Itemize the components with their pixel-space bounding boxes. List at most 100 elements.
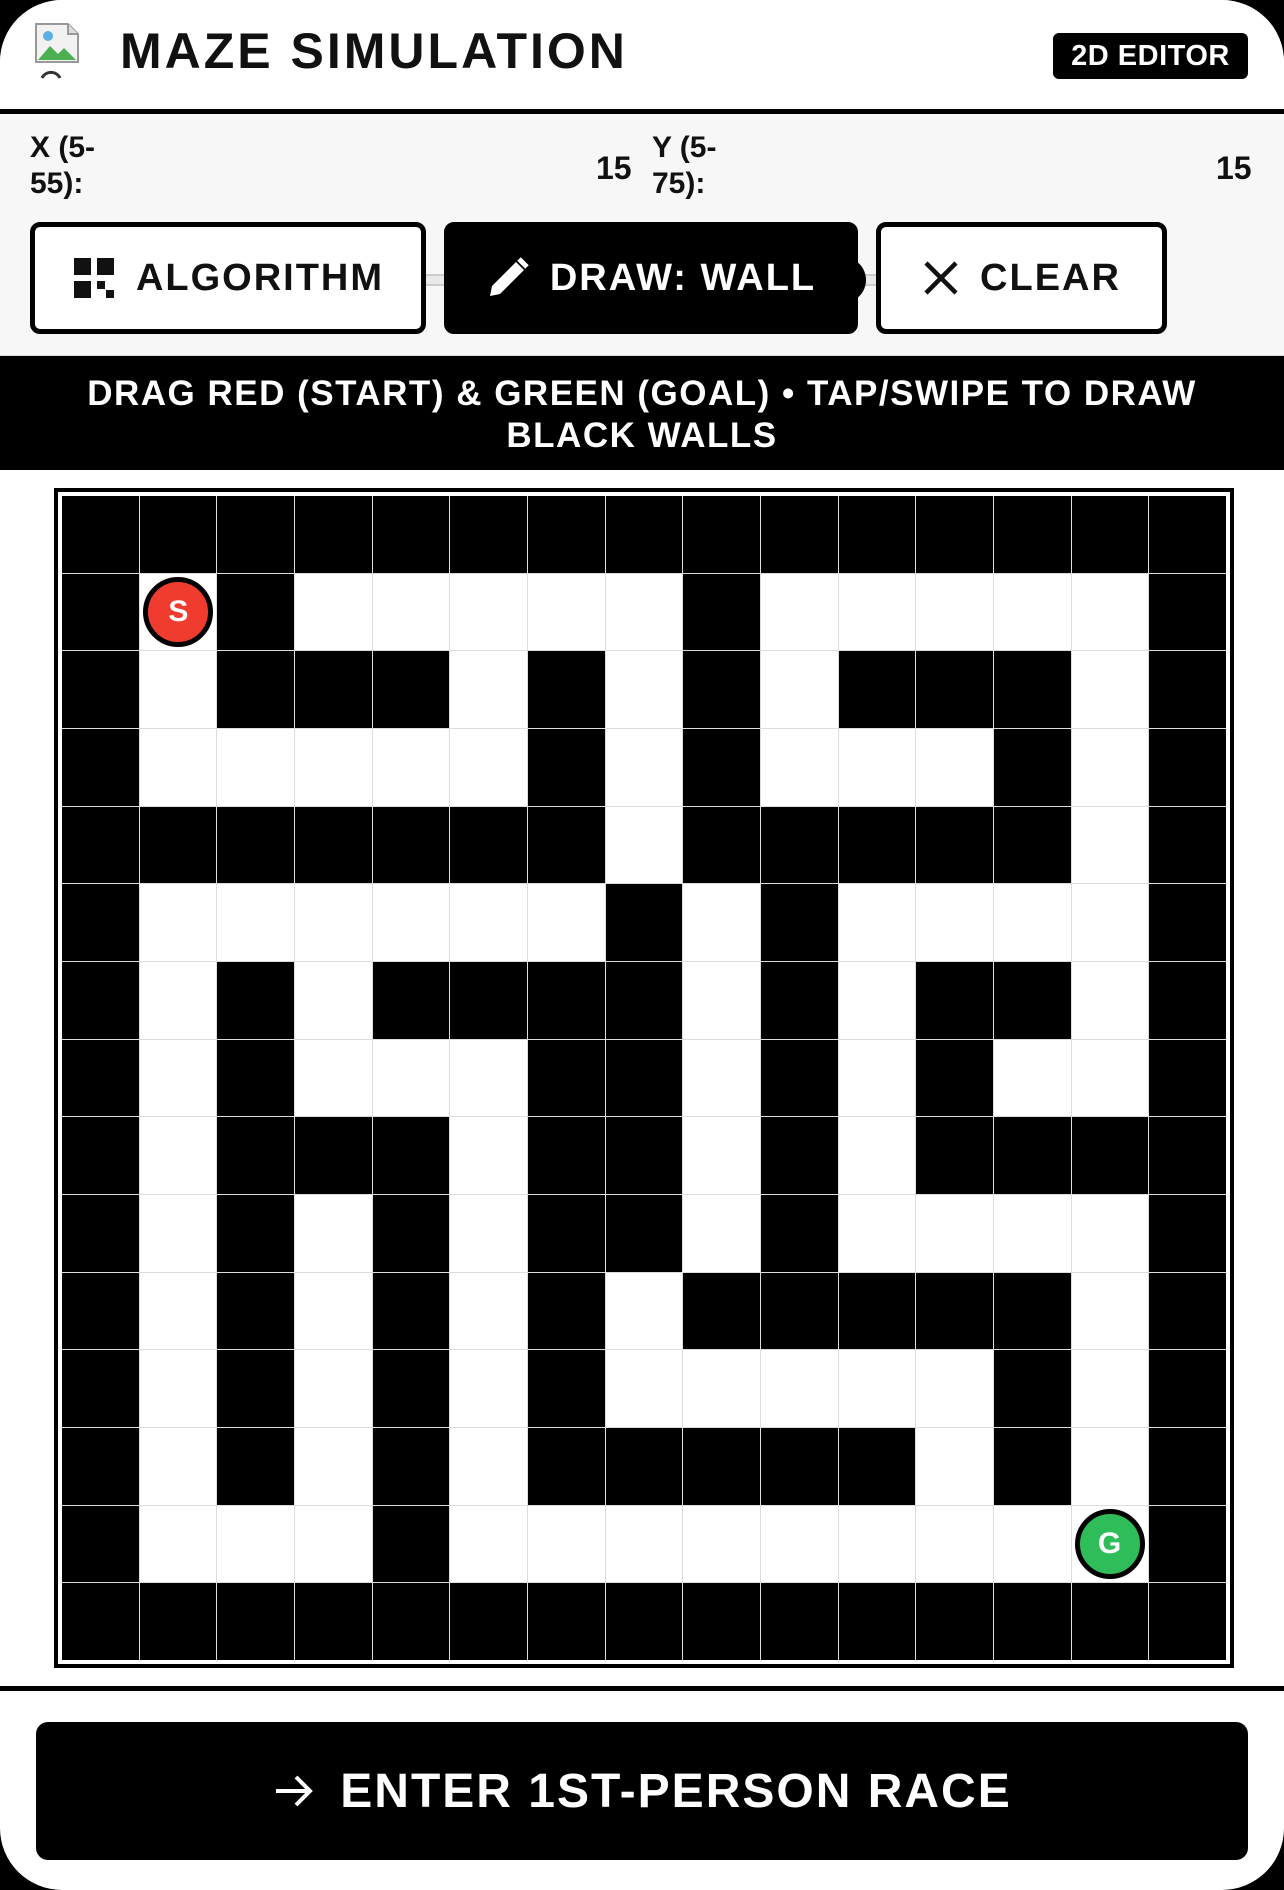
maze-open-cell[interactable] [294, 728, 372, 806]
maze-wall-cell[interactable] [372, 496, 450, 573]
maze-wall-cell[interactable] [1149, 806, 1226, 884]
maze-wall-cell[interactable] [993, 961, 1071, 1039]
maze-open-cell[interactable] [838, 1505, 916, 1583]
maze-wall-cell[interactable] [1149, 884, 1226, 961]
maze-wall-cell[interactable] [916, 1272, 993, 1350]
maze-wall-cell[interactable] [450, 496, 527, 573]
maze-wall-cell[interactable] [760, 1117, 838, 1194]
maze-wall-cell[interactable] [217, 1583, 294, 1660]
maze-open-cell[interactable] [1071, 961, 1149, 1039]
maze-wall-cell[interactable] [62, 1505, 139, 1583]
maze-wall-cell[interactable] [62, 728, 139, 806]
maze-wall-cell[interactable] [993, 728, 1071, 806]
maze-open-cell[interactable] [683, 1505, 760, 1583]
maze-open-cell[interactable] [993, 1505, 1071, 1583]
maze-wall-cell[interactable] [62, 573, 139, 651]
maze-wall-cell[interactable] [1149, 651, 1226, 728]
maze-wall-cell[interactable] [683, 1272, 760, 1350]
maze-wall-cell[interactable] [1149, 1272, 1226, 1350]
maze-wall-cell[interactable] [605, 961, 683, 1039]
maze-open-cell[interactable] [294, 961, 372, 1039]
maze-wall-cell[interactable] [838, 1583, 916, 1660]
maze-wall-cell[interactable] [372, 1117, 450, 1194]
maze-open-cell[interactable] [527, 573, 605, 651]
maze-open-cell[interactable] [139, 1194, 217, 1272]
maze-wall-cell[interactable] [62, 1427, 139, 1505]
maze-open-cell[interactable] [139, 884, 217, 961]
maze-open-cell[interactable] [683, 884, 760, 961]
maze-open-cell[interactable] [605, 1350, 683, 1427]
maze-open-cell[interactable] [683, 1039, 760, 1117]
maze-wall-cell[interactable] [993, 1272, 1071, 1350]
maze-open-cell[interactable] [139, 1117, 217, 1194]
maze-wall-cell[interactable] [1149, 1350, 1226, 1427]
maze-wall-cell[interactable] [1149, 1505, 1226, 1583]
maze-wall-cell[interactable] [993, 806, 1071, 884]
maze-wall-cell[interactable] [1149, 1427, 1226, 1505]
maze-open-cell[interactable] [139, 1272, 217, 1350]
maze-wall-cell[interactable] [372, 1350, 450, 1427]
maze-open-cell[interactable] [294, 884, 372, 961]
maze-open-cell[interactable] [450, 1272, 527, 1350]
maze-wall-cell[interactable] [916, 806, 993, 884]
maze-wall-cell[interactable] [993, 1583, 1071, 1660]
maze-wall-cell[interactable] [217, 1427, 294, 1505]
maze-wall-cell[interactable] [605, 1194, 683, 1272]
maze-wall-cell[interactable] [372, 1505, 450, 1583]
maze-open-cell[interactable] [760, 728, 838, 806]
maze-open-cell[interactable] [450, 1427, 527, 1505]
maze-wall-cell[interactable] [62, 884, 139, 961]
maze-wall-cell[interactable] [838, 496, 916, 573]
maze-wall-cell[interactable] [760, 1039, 838, 1117]
maze-wall-cell[interactable] [916, 1583, 993, 1660]
maze-open-cell[interactable] [450, 1117, 527, 1194]
maze-wall-cell[interactable] [605, 1039, 683, 1117]
maze-wall-cell[interactable] [527, 1427, 605, 1505]
maze-wall-cell[interactable] [217, 496, 294, 573]
maze-wall-cell[interactable] [605, 1427, 683, 1505]
maze-wall-cell[interactable] [527, 651, 605, 728]
maze-wall-cell[interactable] [760, 884, 838, 961]
maze-open-cell[interactable] [916, 1427, 993, 1505]
maze-wall-cell[interactable] [838, 806, 916, 884]
maze-wall-cell[interactable] [62, 1272, 139, 1350]
maze-open-cell[interactable] [838, 1117, 916, 1194]
maze-wall-cell[interactable] [1071, 1117, 1149, 1194]
maze-wall-cell[interactable] [1149, 728, 1226, 806]
maze-open-cell[interactable] [450, 1350, 527, 1427]
maze-wall-cell[interactable] [294, 806, 372, 884]
maze-wall-cell[interactable] [760, 806, 838, 884]
maze-open-cell[interactable] [683, 1350, 760, 1427]
algorithm-button[interactable]: ALGORITHM [30, 222, 426, 334]
maze-wall-cell[interactable] [760, 1272, 838, 1350]
maze-open-cell[interactable] [450, 1194, 527, 1272]
maze-open-cell[interactable] [217, 1505, 294, 1583]
maze-open-cell[interactable] [605, 728, 683, 806]
maze-open-cell[interactable] [294, 1039, 372, 1117]
maze-wall-cell[interactable] [760, 961, 838, 1039]
maze-open-cell[interactable] [1071, 1350, 1149, 1427]
maze-open-cell[interactable] [916, 884, 993, 961]
maze-wall-cell[interactable] [683, 573, 760, 651]
maze-wall-cell[interactable] [217, 961, 294, 1039]
maze-wall-cell[interactable] [605, 884, 683, 961]
maze-wall-cell[interactable] [372, 806, 450, 884]
maze-open-cell[interactable] [294, 1505, 372, 1583]
maze-wall-cell[interactable] [139, 806, 217, 884]
maze-open-cell[interactable] [993, 1039, 1071, 1117]
maze-wall-cell[interactable] [294, 1583, 372, 1660]
clear-button[interactable]: CLEAR [876, 222, 1167, 334]
maze-wall-cell[interactable] [993, 651, 1071, 728]
maze-open-cell[interactable] [217, 884, 294, 961]
goal-marker[interactable]: G [1074, 1508, 1145, 1579]
maze-wall-cell[interactable] [1149, 1194, 1226, 1272]
maze-wall-cell[interactable] [372, 651, 450, 728]
maze-open-cell[interactable] [372, 1039, 450, 1117]
maze-open-cell[interactable] [450, 651, 527, 728]
maze-open-cell[interactable] [760, 1505, 838, 1583]
draw-wall-button[interactable]: DRAW: WALL [444, 222, 858, 334]
maze-wall-cell[interactable] [62, 651, 139, 728]
maze-wall-cell[interactable] [450, 1583, 527, 1660]
maze-open-cell[interactable] [294, 1427, 372, 1505]
maze-wall-cell[interactable] [993, 496, 1071, 573]
